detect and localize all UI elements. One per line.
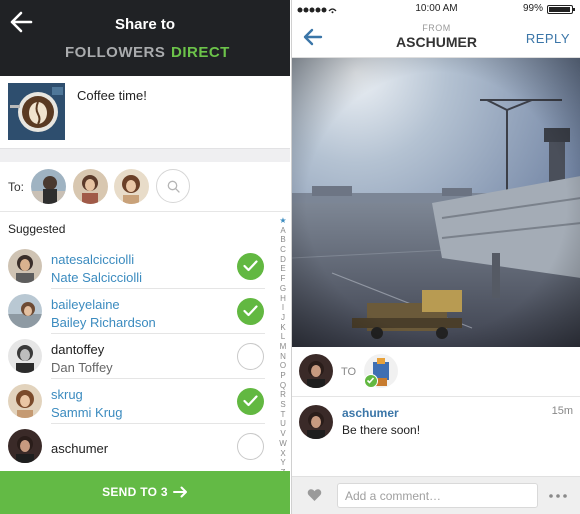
user-row[interactable]: aschumer — [0, 424, 275, 469]
alphabet-index-letter[interactable]: D — [277, 255, 289, 265]
send-button[interactable]: SEND TO 3 — [0, 471, 290, 514]
search-icon — [167, 180, 180, 193]
share-header: Share to FOLLOWERS DIRECT — [0, 0, 290, 76]
alphabet-index-letter[interactable]: Y — [277, 458, 289, 468]
header-title: Share to — [114, 16, 175, 33]
section-divider — [0, 148, 290, 162]
search-recipients-button[interactable] — [156, 169, 190, 203]
alphabet-index-letter[interactable]: O — [277, 361, 289, 371]
full-name: Nate Salcicciolli — [51, 270, 143, 285]
user-row[interactable]: dantoffey Dan Toffey — [0, 334, 275, 379]
comment-bar — [292, 476, 580, 514]
select-checkbox[interactable] — [237, 343, 264, 370]
avatar — [8, 294, 42, 328]
recipient-avatar[interactable] — [31, 169, 66, 204]
seen-check-icon — [364, 374, 378, 388]
alphabet-index-letter[interactable]: J — [277, 313, 289, 323]
username: baileyelaine — [51, 297, 120, 312]
avatar[interactable] — [299, 405, 333, 439]
full-name: Bailey Richardson — [51, 315, 156, 330]
to-label: TO — [341, 366, 357, 378]
message-nav-bar: FROM ASCHUMER REPLY — [292, 19, 580, 58]
tab-direct[interactable]: DIRECT — [171, 44, 230, 61]
battery-percent: 99% — [522, 3, 543, 14]
select-checkbox[interactable] — [237, 433, 264, 460]
reply-button[interactable]: REPLY — [526, 31, 570, 46]
comment: aschumer Be there soon! 15m — [292, 398, 580, 448]
alphabet-index-letter[interactable]: F — [277, 274, 289, 284]
more-options-icon[interactable] — [549, 494, 567, 498]
username: dantoffey — [51, 342, 105, 357]
battery-icon — [547, 5, 575, 14]
check-icon — [243, 395, 258, 407]
username: skrug — [51, 387, 83, 402]
alphabet-index-letter[interactable]: A — [277, 226, 289, 236]
comment-time: 15m — [551, 405, 573, 417]
recipient-avatar[interactable] — [114, 169, 149, 204]
post-preview: Coffee time! — [0, 76, 290, 148]
alphabet-index-letter[interactable]: N — [277, 352, 289, 362]
to-label: To: — [8, 180, 25, 194]
alphabet-index-letter[interactable]: ★ — [277, 216, 289, 226]
send-label: SEND TO 3 — [102, 485, 168, 499]
comment-username[interactable]: aschumer — [342, 406, 399, 420]
status-bar: 10:00 AM 99% — [292, 0, 580, 19]
alphabet-index-letter[interactable]: R — [277, 390, 289, 400]
post-thumbnail — [8, 83, 65, 140]
heart-icon[interactable] — [307, 488, 322, 502]
user-row[interactable]: natesalcicciolli Nate Salcicciolli — [0, 244, 275, 289]
alphabet-index-letter[interactable]: L — [277, 332, 289, 342]
alphabet-index-letter[interactable]: C — [277, 245, 289, 255]
username: aschumer — [51, 441, 109, 456]
post-caption: Coffee time! — [77, 88, 147, 103]
alphabet-index-letter[interactable]: Q — [277, 381, 289, 391]
alphabet-index-letter[interactable]: K — [277, 323, 289, 333]
recipients-line: TO — [292, 347, 580, 397]
suggested-label: Suggested — [8, 222, 66, 236]
avatar — [8, 249, 42, 283]
alphabet-index-letter[interactable]: T — [277, 410, 289, 420]
recipient-avatar[interactable] — [73, 169, 108, 204]
sender-avatar[interactable] — [299, 354, 333, 388]
tab-followers[interactable]: FOLLOWERS — [65, 44, 165, 61]
alphabet-index-letter[interactable]: S — [277, 400, 289, 410]
avatar — [8, 384, 42, 418]
alphabet-index-letter[interactable]: G — [277, 284, 289, 294]
alphabet-index-letter[interactable]: B — [277, 235, 289, 245]
full-name: Dan Toffey — [51, 360, 113, 375]
alphabet-index-letter[interactable]: E — [277, 264, 289, 274]
select-checkbox[interactable] — [237, 253, 264, 280]
alphabet-index-letter[interactable]: M — [277, 342, 289, 352]
user-row[interactable]: baileyelaine Bailey Richardson — [0, 289, 275, 334]
alphabet-index[interactable]: ★ABCDEFGHIJKLMNOPQRSTUVWXYZ — [277, 216, 289, 478]
username: natesalcicciolli — [51, 252, 135, 267]
comment-input[interactable] — [337, 483, 538, 508]
avatar — [8, 339, 42, 373]
select-checkbox[interactable] — [237, 298, 264, 325]
avatar — [8, 429, 42, 463]
alphabet-index-letter[interactable]: X — [277, 449, 289, 459]
alphabet-index-letter[interactable]: V — [277, 429, 289, 439]
user-row[interactable]: skrug Sammi Krug — [0, 379, 275, 424]
direct-message-panel: 10:00 AM 99% FROM ASCHUMER REPLY TO asch… — [291, 0, 580, 514]
full-name: Sammi Krug — [51, 405, 123, 420]
recipients-row: To: — [0, 162, 290, 212]
alphabet-index-letter[interactable]: W — [277, 439, 289, 449]
alphabet-index-letter[interactable]: P — [277, 371, 289, 381]
comment-text: Be there soon! — [342, 423, 421, 437]
arrow-right-icon — [172, 486, 187, 498]
select-checkbox[interactable] — [237, 388, 264, 415]
shared-photo — [292, 58, 580, 347]
share-panel: Share to FOLLOWERS DIRECT Coffee time! T… — [0, 0, 290, 514]
check-icon — [243, 305, 258, 317]
alphabet-index-letter[interactable]: H — [277, 294, 289, 304]
alphabet-index-letter[interactable]: I — [277, 303, 289, 313]
alphabet-index-letter[interactable]: U — [277, 419, 289, 429]
check-icon — [243, 260, 258, 272]
